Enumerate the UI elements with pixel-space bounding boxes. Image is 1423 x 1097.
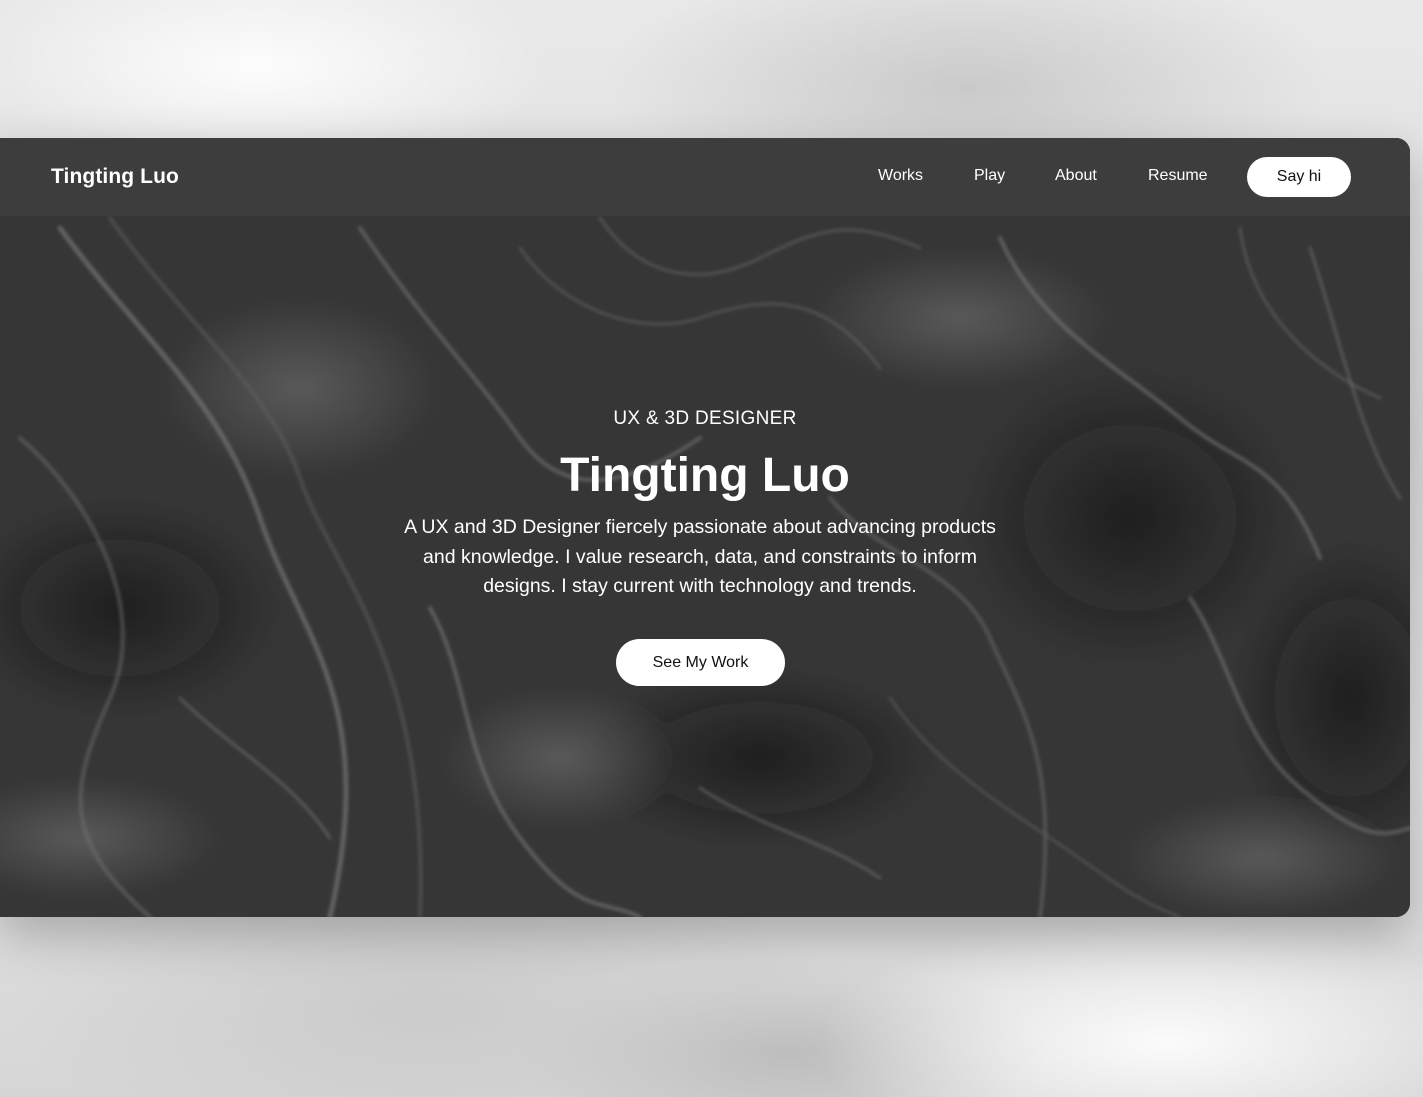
- hero-title: Tingting Luo: [560, 449, 850, 502]
- hero-section: UX & 3D DESIGNER Tingting Luo A UX and 3…: [0, 216, 1410, 917]
- hero-description: A UX and 3D Designer fiercely passionate…: [404, 516, 996, 597]
- brand-logo[interactable]: Tingting Luo: [51, 165, 179, 189]
- nav-link-about[interactable]: About: [1055, 167, 1097, 185]
- nav-link-works[interactable]: Works: [878, 167, 923, 185]
- hero-eyebrow: UX & 3D DESIGNER: [613, 408, 797, 429]
- nav-link-play[interactable]: Play: [974, 167, 1005, 185]
- top-navbar: Tingting Luo Works Play About Resume Say…: [0, 138, 1410, 216]
- say-hi-button[interactable]: Say hi: [1247, 157, 1351, 197]
- browser-window: Tingting Luo Works Play About Resume Say…: [0, 138, 1410, 917]
- see-my-work-button[interactable]: See My Work: [616, 639, 785, 686]
- nav-link-resume[interactable]: Resume: [1148, 167, 1208, 185]
